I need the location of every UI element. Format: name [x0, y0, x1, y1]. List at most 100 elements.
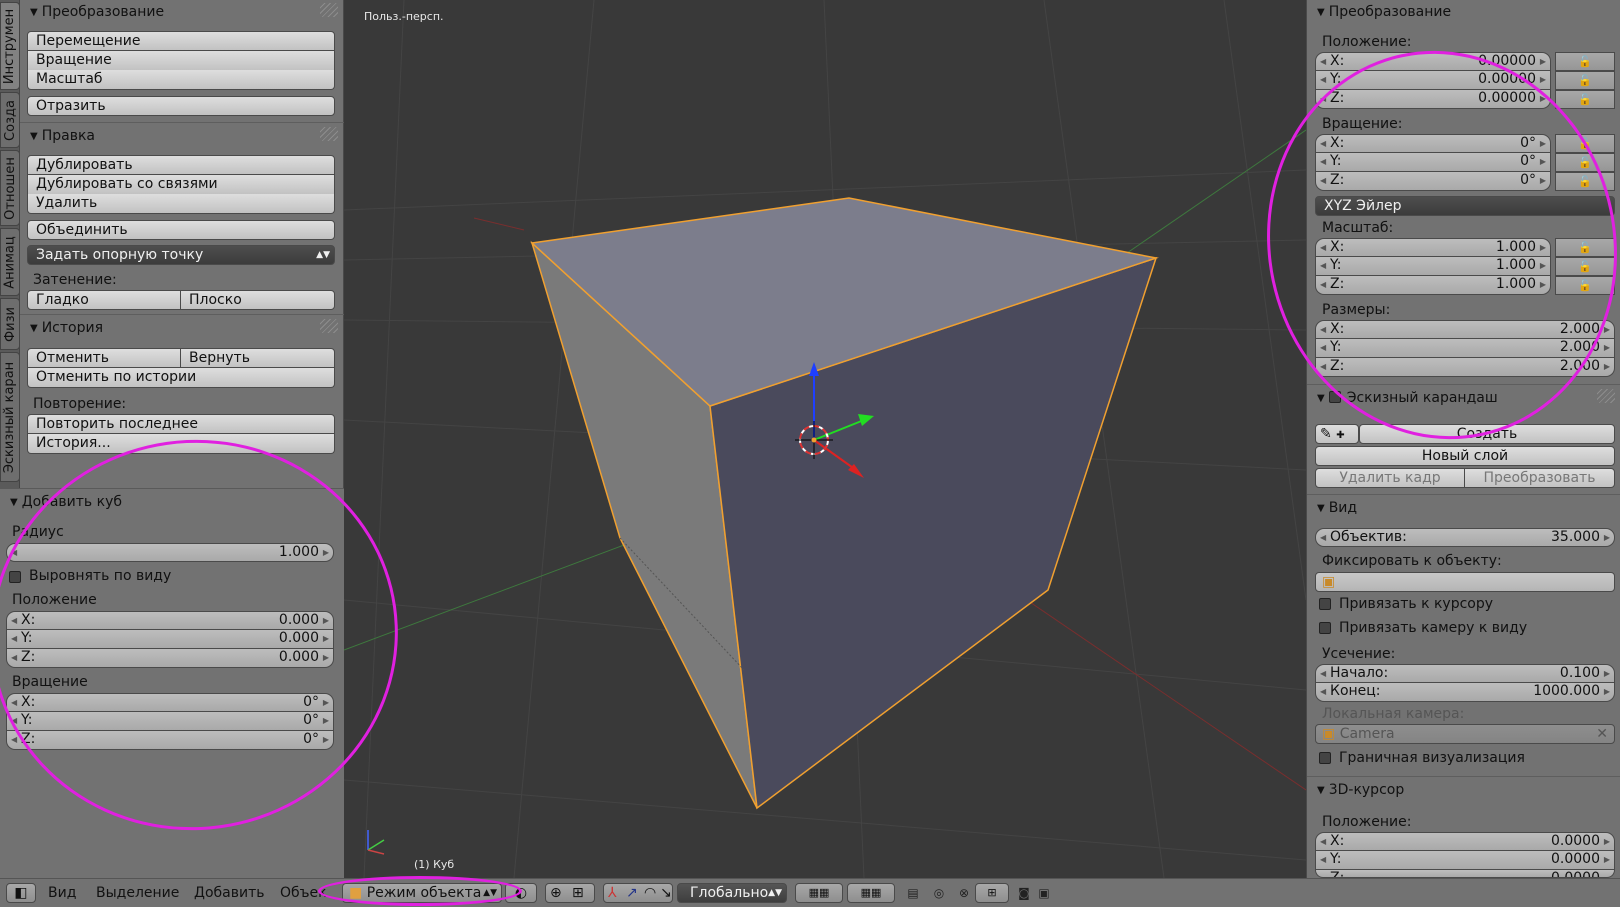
pencil-datablock-selector[interactable]: ✎ ✚ [1315, 424, 1359, 444]
props-location-x-field[interactable]: ◀ X: 0.00000 ▶ [1315, 52, 1551, 71]
drag-grip-icon[interactable] [320, 3, 338, 17]
snapping-icon[interactable]: ⊗ [955, 884, 973, 902]
render-border-checkbox[interactable] [1319, 752, 1331, 764]
clip-end-field[interactable]: ◀ Конец: 1000.000 ▶ [1315, 683, 1615, 702]
lock-object-field[interactable]: ▣ [1315, 572, 1615, 592]
tab-tools[interactable]: Инструмен [0, 2, 20, 90]
cursor-panel-header[interactable]: ▼ 3D-курсор [1317, 782, 1404, 798]
props-rotation-x-field[interactable]: ◀ X: 0° ▶ [1315, 134, 1551, 153]
props-rotation-y-field[interactable]: ◀ Y: 0° ▶ [1315, 153, 1551, 172]
align-view-checkbox[interactable] [9, 571, 21, 583]
tab-physics[interactable]: Физи [0, 298, 20, 350]
lock-scale-y-icon[interactable]: 🔓 [1555, 257, 1615, 276]
tab-grease-pencil[interactable]: Эскизный каран [0, 352, 20, 482]
redo-button[interactable]: Вернуть [180, 348, 335, 368]
pivot-selector[interactable]: ⊕ ⊞ [545, 883, 595, 903]
editor-type-selector[interactable]: ◧ [6, 883, 36, 903]
orientation-selector[interactable]: Глобально ▲▼ [677, 883, 787, 903]
props-dimensions-x-field[interactable]: ◀ X: 2.000 ▶ [1315, 320, 1615, 339]
lock-location-y-icon[interactable]: 🔓 [1555, 71, 1615, 90]
cursor-location-y-field[interactable]: ◀ Y: 0.0000 ▶ [1315, 851, 1615, 870]
cursor-location-z-field[interactable]: Z: 0.0000 [1315, 870, 1615, 878]
lock-scale-x-icon[interactable]: 🔓 [1555, 238, 1615, 257]
lock-location-z-icon[interactable]: 🔓 [1555, 90, 1615, 109]
props-dimensions-z-field[interactable]: ◀ Z: 2.000 ▶ [1315, 358, 1615, 377]
snap-element-selector[interactable]: ⊞ [975, 883, 1009, 903]
undo-button[interactable]: Отменить [27, 348, 181, 368]
clip-start-field[interactable]: ◀ Начало: 0.100 ▶ [1315, 664, 1615, 683]
drag-grip-icon[interactable] [1597, 389, 1615, 403]
mode-selector[interactable]: ■ Режим объекта ▲▼ [342, 883, 502, 903]
repeat-history-button[interactable]: История... [27, 434, 335, 454]
undo-history-button[interactable]: Отменить по истории [27, 368, 335, 388]
props-location-z-field[interactable]: ◀ Z: 0.00000 ▶ [1315, 90, 1551, 109]
duplicate-linked-button[interactable]: Дублировать со связями [27, 175, 335, 195]
set-origin-dropdown[interactable]: Задать опорную точку ▲▼ [27, 245, 335, 265]
convert-button[interactable]: Преобразовать [1464, 468, 1615, 488]
viewport-shading-selector[interactable]: ◐ [505, 883, 537, 903]
operator-rotation-x-field[interactable]: ◀ X: 0° ▶ [6, 693, 334, 712]
join-button[interactable]: Объединить [27, 220, 335, 240]
props-rotation-z-field[interactable]: ◀ Z: 0° ▶ [1315, 172, 1551, 191]
delete-frame-button[interactable]: Удалить кадр [1315, 468, 1465, 488]
props-scale-z-field[interactable]: ◀ Z: 1.000 ▶ [1315, 276, 1551, 295]
lock-rotation-z-icon[interactable]: 🔓 [1555, 172, 1615, 191]
operator-rotation-y-field[interactable]: ◀ Y: 0° ▶ [6, 712, 334, 731]
transform-panel-header[interactable]: ▼ Преобразование [30, 4, 164, 20]
mirror-button[interactable]: Отразить [27, 96, 335, 116]
props-dimensions-y-field[interactable]: ◀ Y: 2.000 ▶ [1315, 339, 1615, 358]
lock-rotation-y-icon[interactable]: 🔓 [1555, 153, 1615, 172]
lock-camera-checkbox[interactable] [1319, 622, 1331, 634]
menu-view[interactable]: Вид [48, 885, 76, 901]
render-icon[interactable]: ◙ [1015, 884, 1033, 902]
repeat-last-button[interactable]: Повторить последнее [27, 414, 335, 434]
flat-button[interactable]: Плоско [180, 290, 335, 310]
view-panel-header[interactable]: ▼ Вид [1317, 500, 1357, 516]
menu-select[interactable]: Выделение [96, 885, 179, 901]
operator-location-z-field[interactable]: ◀ Z: 0.000 ▶ [6, 649, 334, 668]
tab-animation[interactable]: Анимац [0, 228, 20, 296]
menu-add[interactable]: Добавить [194, 885, 264, 901]
props-scale-y-field[interactable]: ◀ Y: 1.000 ▶ [1315, 257, 1551, 276]
create-pencil-button[interactable]: Создать [1359, 424, 1615, 444]
history-panel-header[interactable]: ▼ История [30, 320, 103, 336]
edit-panel-header[interactable]: ▼ Правка [30, 128, 95, 144]
new-layer-button[interactable]: Новый слой [1315, 446, 1615, 466]
lens-field[interactable]: ◀ Объектив: 35.000 ▶ [1315, 528, 1615, 547]
drag-grip-icon[interactable] [320, 127, 338, 141]
proportional-edit-icon[interactable]: ◎ [930, 884, 948, 902]
props-scale-x-field[interactable]: ◀ X: 1.000 ▶ [1315, 238, 1551, 257]
operator-panel-header[interactable]: ▼ Добавить куб [10, 494, 122, 510]
props-transform-header[interactable]: ▼ Преобразование [1317, 4, 1451, 20]
lock-rotation-x-icon[interactable]: 🔓 [1555, 134, 1615, 153]
3d-viewport[interactable]: Польз.-персп. (1) Куб [344, 0, 1306, 878]
manipulator-toggles[interactable]: ⅄ ↗ ◠ ↘ [603, 883, 673, 903]
layers-block-2[interactable]: ▦▦ [847, 883, 895, 903]
tab-relations[interactable]: Отношен [0, 150, 20, 226]
rotation-mode-dropdown[interactable]: XYZ Эйлер [1315, 196, 1615, 216]
props-location-y-field[interactable]: ◀ Y: 0.00000 ▶ [1315, 71, 1551, 90]
lock-location-x-icon[interactable]: 🔓 [1555, 52, 1615, 71]
tab-create[interactable]: Созда [0, 92, 20, 148]
drag-grip-icon[interactable] [320, 319, 338, 333]
operator-rotation-z-field[interactable]: ◀ Z: 0° ▶ [6, 731, 334, 750]
grease-pencil-checkbox[interactable] [1328, 391, 1341, 403]
delete-button[interactable]: Удалить [27, 194, 335, 214]
menu-object[interactable]: Объект [280, 885, 326, 901]
lock-scale-z-icon[interactable]: 🔓 [1555, 276, 1615, 295]
grease-pencil-header[interactable]: ▼ Эскизный карандаш [1317, 390, 1498, 406]
radius-field[interactable]: ◀ 1.000 ▶ [6, 543, 334, 562]
operator-location-x-field[interactable]: ◀ X: 0.000 ▶ [6, 611, 334, 630]
translate-button[interactable]: Перемещение [27, 31, 335, 51]
layers-block-1[interactable]: ▦▦ [795, 883, 843, 903]
clear-field-icon[interactable]: ✕ [1596, 725, 1608, 743]
duplicate-button[interactable]: Дублировать [27, 155, 335, 175]
operator-location-y-field[interactable]: ◀ Y: 0.000 ▶ [6, 630, 334, 649]
layer-lock-icon[interactable]: ▤ [904, 884, 922, 902]
cursor-location-x-field[interactable]: ◀ X: 0.0000 ▶ [1315, 832, 1615, 851]
lock-cursor-checkbox[interactable] [1319, 598, 1331, 610]
scale-button[interactable]: Масштаб [27, 70, 335, 90]
smooth-button[interactable]: Гладко [27, 290, 181, 310]
render-animation-icon[interactable]: ▣ [1035, 884, 1053, 902]
rotate-button[interactable]: Вращение [27, 51, 335, 71]
